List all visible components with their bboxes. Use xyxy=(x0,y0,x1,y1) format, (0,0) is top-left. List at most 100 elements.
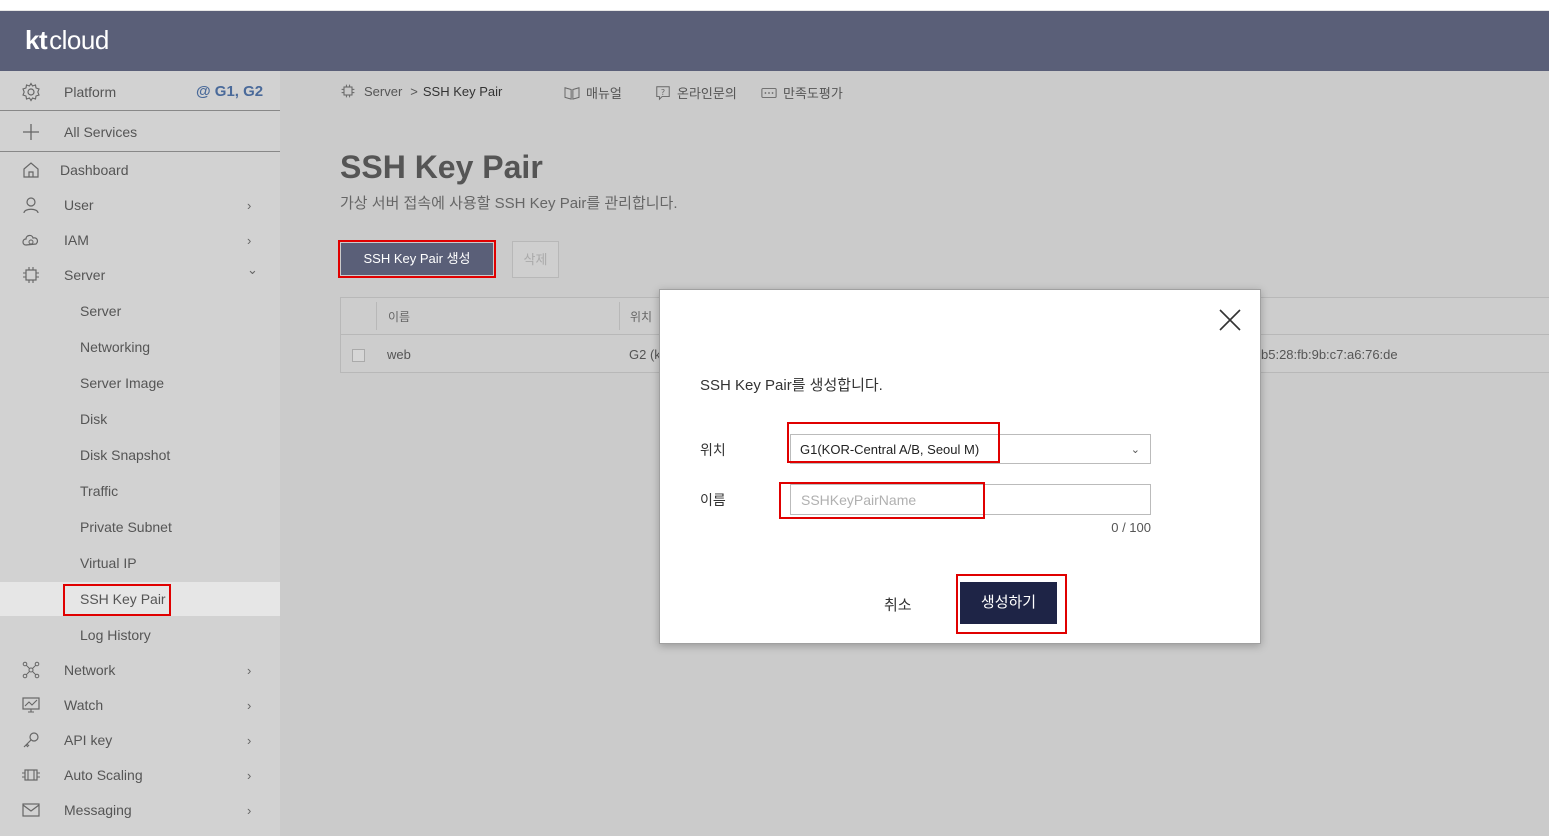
key-icon xyxy=(23,732,39,748)
breadcrumb-parent[interactable]: Server xyxy=(364,84,402,99)
chip-icon xyxy=(23,267,39,283)
column-header-name[interactable]: 이름 xyxy=(388,298,410,334)
cell-fingerprint: b5:28:fb:9b:c7:a6:76:de xyxy=(1261,346,1398,362)
mail-icon xyxy=(22,803,40,817)
sidebar-item-messaging[interactable]: Messaging › xyxy=(0,793,280,827)
sidebar-item-label: Messaging xyxy=(64,802,132,818)
cancel-button[interactable]: 취소 xyxy=(884,594,912,615)
close-icon[interactable] xyxy=(1218,308,1242,332)
manual-link-label: 매뉴얼 xyxy=(586,86,622,101)
cell-location: G2 (k xyxy=(629,346,661,362)
sidebar-sub-server[interactable]: Server xyxy=(0,294,280,328)
sidebar-item-network[interactable]: Network › xyxy=(0,653,280,687)
question-chat-icon: ? xyxy=(656,85,670,100)
logo-kt: kt xyxy=(25,25,48,55)
sidebar-sub-label: Server xyxy=(80,303,122,319)
inquiry-link[interactable]: ? 온라인문의 xyxy=(655,83,737,102)
create-key-pair-dialog: SSH Key Pair를 생성합니다. 위치 G1(KOR-Central A… xyxy=(659,289,1261,644)
sidebar-sub-label: Log History xyxy=(80,627,151,643)
chevron-right-icon: › xyxy=(247,197,252,213)
sidebar-item-dashboard[interactable]: Dashboard xyxy=(0,153,280,187)
chip-icon xyxy=(341,84,355,98)
user-icon xyxy=(23,197,39,214)
row-checkbox[interactable] xyxy=(352,349,365,362)
breadcrumb-separator: > xyxy=(410,83,418,99)
sidebar-sub-disk-snapshot[interactable]: Disk Snapshot xyxy=(0,438,280,472)
sidebar-item-label: Server xyxy=(64,267,106,283)
sidebar-item-label: IAM xyxy=(64,232,89,248)
sidebar-sub-label: Networking xyxy=(80,339,151,355)
logo-cloud: cloud xyxy=(49,25,109,55)
kt-cloud-logo[interactable]: ktcloud xyxy=(25,25,109,56)
sidebar-sub-private-subnet[interactable]: Private Subnet xyxy=(0,510,280,544)
sidebar-all-services[interactable]: All Services xyxy=(0,113,280,152)
sidebar-item-label: Dashboard xyxy=(60,162,129,178)
sidebar-sub-label: Disk xyxy=(80,411,108,427)
scaling-icon xyxy=(22,769,40,781)
highlight-box-create-button xyxy=(338,240,496,278)
sidebar-item-label: Network xyxy=(64,662,116,678)
chevron-right-icon: › xyxy=(247,802,252,818)
breadcrumb: Server > SSH Key Pair xyxy=(340,83,502,99)
sidebar-item-server[interactable]: Server ⌄ xyxy=(0,258,280,292)
sidebar-item-label: Watch xyxy=(64,697,104,713)
sidebar-item-label: Auto Scaling xyxy=(64,767,143,783)
sidebar-sub-label: Virtual IP xyxy=(80,555,137,571)
sidebar-item-auto-scaling[interactable]: Auto Scaling › xyxy=(0,758,280,792)
plus-icon xyxy=(23,124,39,140)
chevron-right-icon: › xyxy=(247,697,252,713)
character-counter: 0 / 100 xyxy=(1111,520,1151,535)
sidebar-item-user[interactable]: User › xyxy=(0,188,280,222)
network-icon xyxy=(22,661,40,679)
chevron-down-icon: ⌄ xyxy=(247,262,258,277)
chevron-down-icon: ⌄ xyxy=(1130,444,1140,456)
home-icon xyxy=(23,162,39,178)
sidebar-item-iam[interactable]: IAM › xyxy=(0,223,280,257)
browser-top-strip xyxy=(0,0,1549,11)
highlight-box-sidebar xyxy=(63,584,171,616)
survey-link[interactable]: 만족도평가 xyxy=(761,83,843,102)
chevron-right-icon: › xyxy=(247,232,252,248)
app-header: ktcloud xyxy=(0,11,1549,71)
highlight-box-confirm xyxy=(956,574,1067,634)
location-label: 위치 xyxy=(700,442,726,458)
sidebar-platform[interactable]: Platform @ G1, G2 xyxy=(0,73,280,111)
survey-icon xyxy=(761,87,777,98)
column-divider xyxy=(376,302,377,330)
delete-button[interactable]: 삭제 xyxy=(512,241,559,278)
gear-icon xyxy=(22,81,40,102)
highlight-box-location xyxy=(787,422,1000,463)
breadcrumb-current: SSH Key Pair xyxy=(422,83,503,99)
highlight-box-name xyxy=(779,482,985,519)
book-icon xyxy=(564,86,580,100)
name-label: 이름 xyxy=(700,492,726,508)
sidebar-sub-traffic[interactable]: Traffic xyxy=(0,474,280,508)
survey-link-label: 만족도평가 xyxy=(783,86,843,101)
sidebar-sub-label: Server Image xyxy=(80,375,165,391)
cell-name: web xyxy=(387,346,411,362)
column-header-location[interactable]: 위치 xyxy=(630,298,652,334)
sidebar-platform-label: Platform xyxy=(64,83,117,100)
monitor-icon xyxy=(22,697,40,713)
column-divider xyxy=(619,302,620,330)
chevron-right-icon: › xyxy=(247,767,252,783)
sidebar-item-watch[interactable]: Watch › xyxy=(0,688,280,722)
dialog-message: SSH Key Pair를 생성합니다. xyxy=(700,377,883,394)
svg-text:?: ? xyxy=(661,87,665,96)
page-title: SSH Key Pair xyxy=(340,149,543,185)
region-badge[interactable]: @ G1, G2 xyxy=(196,83,263,100)
sidebar-item-api-key[interactable]: API key › xyxy=(0,723,280,757)
sidebar-item-label: API key xyxy=(64,732,113,748)
sidebar-item-label: User xyxy=(64,197,94,213)
chevron-right-icon: › xyxy=(247,732,252,748)
manual-link[interactable]: 매뉴얼 xyxy=(564,83,622,102)
page-description: 가상 서버 접속에 사용할 SSH Key Pair를 관리합니다. xyxy=(340,195,678,212)
sidebar-sub-disk[interactable]: Disk xyxy=(0,402,280,436)
sidebar-sub-server-image[interactable]: Server Image xyxy=(0,366,280,400)
sidebar-sub-networking[interactable]: Networking xyxy=(0,330,280,364)
sidebar-all-services-label: All Services xyxy=(64,124,138,140)
sidebar-sub-label: Disk Snapshot xyxy=(80,447,171,463)
inquiry-link-label: 온라인문의 xyxy=(677,86,737,101)
sidebar-sub-virtual-ip[interactable]: Virtual IP xyxy=(0,546,280,580)
sidebar-sub-log-history[interactable]: Log History xyxy=(0,618,280,652)
